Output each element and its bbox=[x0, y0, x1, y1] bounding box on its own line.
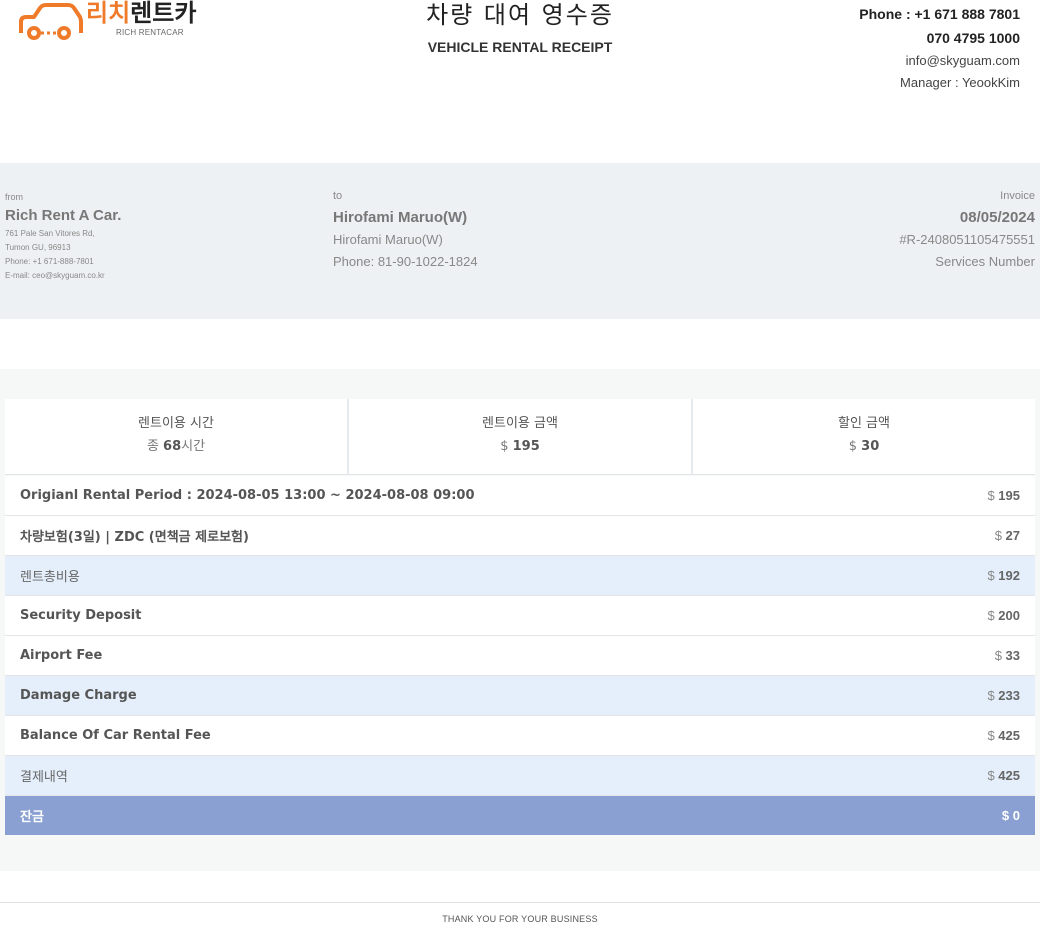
from-label: from bbox=[5, 192, 23, 202]
line-item-amount: $ 425 bbox=[987, 728, 1020, 743]
contact-manager: Manager : YeookKim bbox=[900, 75, 1020, 90]
line-item-insurance: 차량보험(3일) | ZDC (면책금 제로보험) $ 27 bbox=[5, 516, 1035, 556]
line-items: Origianl Rental Period : 2024-08-05 13:0… bbox=[5, 476, 1035, 835]
summary-value: $ 195 bbox=[500, 439, 540, 454]
summary-value: $ 30 bbox=[848, 439, 880, 454]
line-item-amount: $ 425 bbox=[987, 768, 1020, 783]
line-item-security-deposit: Security Deposit $ 200 bbox=[5, 596, 1035, 636]
invoice-services-number-label: Services Number bbox=[935, 254, 1035, 269]
line-item-amount: $ 192 bbox=[987, 568, 1020, 583]
contact-info: Phone : +1 671 888 7801 070 4795 1000 in… bbox=[859, 4, 1020, 93]
line-item-balance: Balance Of Car Rental Fee $ 425 bbox=[5, 716, 1035, 756]
from-section: from Rich Rent A Car. 761 Pale San Vitor… bbox=[5, 191, 121, 283]
line-item-damage-charge: Damage Charge $ 233 bbox=[5, 676, 1035, 716]
summary-title: 할인 금액 bbox=[838, 416, 890, 431]
billing-info-band: from Rich Rent A Car. 761 Pale San Vitor… bbox=[0, 163, 1040, 319]
summary-title: 렌트이용 금액 bbox=[482, 416, 558, 431]
line-item-label: 차량보험(3일) | ZDC (면책금 제로보험) bbox=[20, 530, 249, 545]
line-item-label: Security Deposit bbox=[20, 608, 142, 623]
line-item-label: Balance Of Car Rental Fee bbox=[20, 728, 211, 743]
from-company-name: Rich Rent A Car. bbox=[5, 207, 122, 224]
invoice-number: #R-2408051105475551 bbox=[899, 232, 1035, 247]
line-item-payment-history: 결제내역 $ 425 bbox=[5, 756, 1035, 796]
summary-value: 종 68시간 bbox=[146, 439, 206, 454]
line-item-total-rental-cost: 렌트총비용 $ 192 bbox=[5, 556, 1035, 596]
summary-rental-amount: 렌트이용 금액 $ 195 bbox=[349, 399, 693, 474]
line-item-amount: $ 195 bbox=[987, 488, 1020, 503]
line-item-amount: $ 33 bbox=[994, 648, 1020, 663]
contact-email[interactable]: info@skyguam.com bbox=[859, 51, 1020, 71]
summary-title: 렌트이용 시간 bbox=[138, 416, 214, 431]
line-item-label: Damage Charge bbox=[20, 688, 137, 703]
from-address-line2: Tumon GU, 96913 bbox=[5, 243, 71, 252]
invoice-date: 08/05/2024 bbox=[959, 209, 1035, 226]
line-item-amount: $ 0 bbox=[1001, 808, 1020, 823]
line-item-label: 결제내역 bbox=[20, 770, 68, 785]
line-item-label: 잔금 bbox=[20, 810, 44, 825]
from-phone: Phone: +1 671-888-7801 bbox=[5, 257, 94, 266]
line-item-rental-period: Origianl Rental Period : 2024-08-05 13:0… bbox=[5, 476, 1035, 516]
footer-divider bbox=[0, 902, 1040, 903]
summary-rental-time: 렌트이용 시간 종 68시간 bbox=[5, 399, 349, 474]
from-address-line1: 761 Pale San Vitores Rd, bbox=[5, 229, 95, 238]
to-label: to bbox=[333, 190, 343, 202]
line-item-amount: $ 200 bbox=[987, 608, 1020, 623]
contact-phone: Phone : +1 671 888 7801 bbox=[859, 6, 1020, 22]
contact-phone-secondary: 070 4795 1000 bbox=[926, 30, 1020, 46]
receipt-details-panel: 렌트이용 시간 종 68시간 렌트이용 금액 $ 195 할인 금액 $ 30 … bbox=[0, 369, 1040, 871]
line-item-label: Origianl Rental Period : 2024-08-05 13:0… bbox=[20, 488, 475, 503]
invoice-section: Invoice 08/05/2024 #R-2408051105475551 S… bbox=[899, 189, 1035, 273]
to-customer-subname: Hirofami Maruo(W) bbox=[333, 232, 443, 247]
to-customer-name: Hirofami Maruo(W) bbox=[333, 209, 468, 226]
line-item-label: Airport Fee bbox=[20, 648, 103, 663]
invoice-label: Invoice bbox=[1000, 190, 1035, 202]
to-section: to Hirofami Maruo(W) Hirofami Maruo(W) P… bbox=[333, 189, 478, 273]
line-item-amount: $ 27 bbox=[994, 528, 1020, 543]
receipt-header: 리치렌트카 RICH RENTACAR 차량 대여 영수증 VEHICLE RE… bbox=[0, 0, 1040, 120]
to-customer-phone: Phone: 81-90-1022-1824 bbox=[333, 254, 478, 269]
line-item-remaining-balance: 잔금 $ 0 bbox=[5, 796, 1035, 835]
footer-thank-you: THANK YOU FOR YOUR BUSINESS bbox=[442, 914, 598, 924]
line-item-amount: $ 233 bbox=[987, 688, 1020, 703]
line-item-airport-fee: Airport Fee $ 33 bbox=[5, 636, 1035, 676]
line-item-label: 렌트총비용 bbox=[20, 570, 80, 585]
from-email: E-mail: ceo@skyguam.co.kr bbox=[5, 271, 105, 280]
summary-discount-amount: 할인 금액 $ 30 bbox=[693, 399, 1035, 474]
summary-row: 렌트이용 시간 종 68시간 렌트이용 금액 $ 195 할인 금액 $ 30 bbox=[5, 399, 1035, 475]
